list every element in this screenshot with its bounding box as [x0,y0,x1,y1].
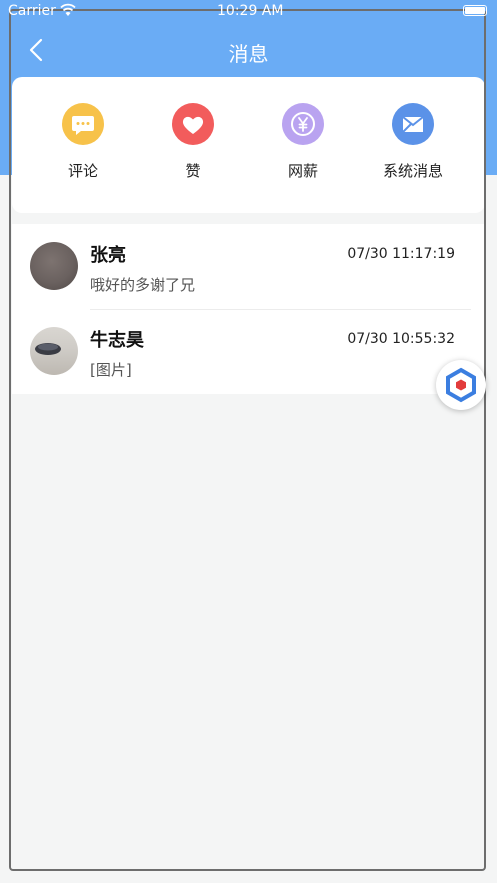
avatar [30,327,78,375]
category-label: 系统消息 [382,162,443,180]
category-comment[interactable]: 评论 [38,103,128,181]
heart-icon [172,103,214,145]
message-time: 07/30 11:17:19 [347,246,455,262]
wifi-icon [60,3,76,16]
category-card: 评论 赞 网薪 系统消息 [12,77,485,213]
page-title: 消息 [228,42,269,66]
category-label: 评论 [67,162,98,180]
message-row[interactable]: 牛志昊 07/30 10:55:32 [图片] [12,309,485,394]
message-time: 07/30 10:55:32 [347,331,455,347]
nav-bar: 消息 [0,28,497,74]
sender-name: 牛志昊 [90,330,144,351]
status-bar: Carrier 10:29 AM [0,0,497,24]
battery-icon [463,5,487,16]
envelope-icon [392,103,434,145]
carrier-label: Carrier [8,3,56,19]
sender-name: 张亮 [90,245,126,266]
message-row[interactable]: 张亮 07/30 11:17:19 哦好的多谢了兄 [12,224,485,309]
message-preview: 哦好的多谢了兄 [90,276,196,294]
status-time: 10:29 AM [217,3,284,19]
comment-icon [62,103,104,145]
category-like[interactable]: 赞 [148,103,238,181]
category-system[interactable]: 系统消息 [368,103,458,181]
category-salary[interactable]: 网薪 [258,103,348,181]
message-preview: [图片] [90,361,132,379]
floating-assistant-button[interactable] [436,360,486,410]
message-list: 张亮 07/30 11:17:19 哦好的多谢了兄 牛志昊 07/30 10:5… [12,224,485,394]
category-label: 赞 [185,162,201,180]
yen-icon [282,103,324,145]
hexagon-icon [446,367,476,403]
category-label: 网薪 [287,162,318,180]
avatar [30,242,78,290]
